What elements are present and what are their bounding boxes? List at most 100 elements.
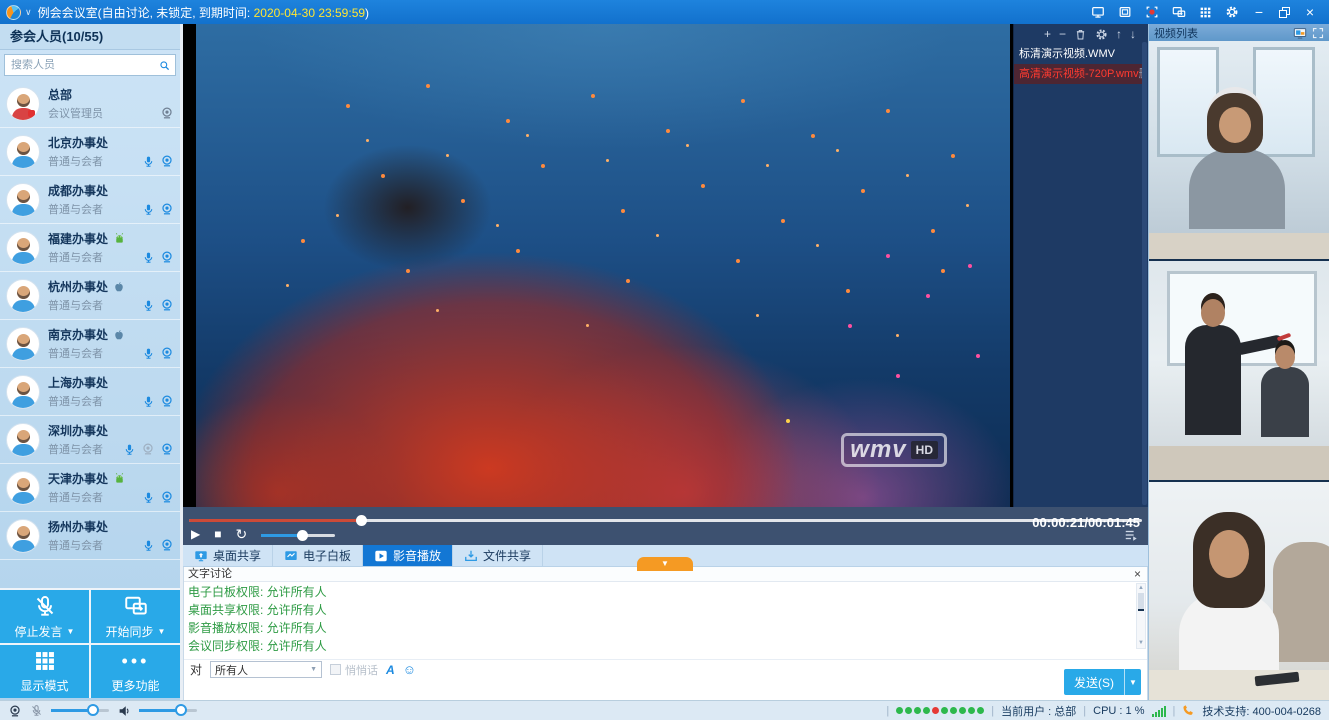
participant-row[interactable]: 杭州办事处 普通与会者: [0, 272, 180, 320]
stop-speaking-button[interactable]: 停止发言▼: [0, 590, 89, 643]
chat-close-icon[interactable]: ×: [1134, 567, 1141, 582]
playlist-scrollbar[interactable]: [1142, 42, 1147, 505]
chat-collapse-handle[interactable]: ▼: [637, 557, 693, 571]
more-functions-button[interactable]: ••• 更多功能: [91, 645, 180, 698]
speaker-volume-slider[interactable]: [139, 709, 197, 712]
more-dots-icon: •••: [122, 650, 150, 672]
playlist-settings-icon[interactable]: [1095, 28, 1108, 41]
send-button[interactable]: 发送(S) ▼: [1064, 669, 1141, 695]
video-thumbnail-2[interactable]: [1149, 261, 1329, 481]
webcam-icon[interactable]: [160, 538, 174, 552]
video-thumbnail-1[interactable]: [1149, 41, 1329, 261]
window-mode-icon[interactable]: [1118, 5, 1132, 19]
playlist-remove-icon[interactable]: −: [1059, 27, 1066, 41]
scroll-up-icon[interactable]: ▲: [1137, 584, 1145, 593]
mic-volume-handle[interactable]: [87, 704, 99, 716]
mic-volume-slider[interactable]: [51, 709, 109, 712]
participant-row[interactable]: 南京办事处 普通与会者: [0, 320, 180, 368]
record-icon[interactable]: [1145, 5, 1159, 19]
app-logo-icon: [6, 5, 21, 20]
webcam-icon[interactable]: [160, 154, 174, 168]
play-button[interactable]: ▶: [191, 527, 200, 541]
mic-icon[interactable]: [142, 155, 155, 168]
participant-row[interactable]: 深圳办事处 普通与会者: [0, 416, 180, 464]
mic-icon[interactable]: [142, 491, 155, 504]
display-mode-button[interactable]: 显示模式: [0, 645, 89, 698]
progress-handle[interactable]: [356, 515, 367, 526]
screen-share-icon[interactable]: [1091, 5, 1105, 19]
tab-whiteboard[interactable]: 电子白板: [273, 545, 363, 566]
speaker-icon[interactable]: [117, 704, 131, 718]
video-thumbnail-3[interactable]: [1149, 482, 1329, 700]
playlist-add-icon[interactable]: +: [1044, 27, 1051, 41]
restore-button[interactable]: [1279, 7, 1290, 18]
chat-compose-area[interactable]: [184, 679, 1147, 700]
whisper-checkbox[interactable]: [330, 664, 341, 675]
search-icon[interactable]: [159, 59, 170, 72]
tab-file-share[interactable]: 文件共享: [453, 545, 543, 566]
webcam-status-icon[interactable]: [8, 704, 22, 718]
mic-icon[interactable]: [142, 299, 155, 312]
tab-desktop-share[interactable]: 桌面共享: [183, 545, 273, 566]
search-input[interactable]: [5, 59, 159, 71]
mic-icon[interactable]: [142, 395, 155, 408]
mic-muted-icon[interactable]: [30, 704, 43, 717]
close-button[interactable]: ×: [1303, 5, 1317, 19]
webcam-icon[interactable]: [160, 346, 174, 360]
video-stage[interactable]: wmv HD: [183, 24, 1013, 507]
mic-icon[interactable]: [142, 203, 155, 216]
webcam-icon[interactable]: [160, 106, 174, 120]
replay-button[interactable]: ↻: [235, 527, 247, 541]
playlist-trash-icon[interactable]: [1074, 28, 1087, 41]
mic-icon[interactable]: [142, 251, 155, 264]
settings-gear-icon[interactable]: [1225, 5, 1239, 19]
participant-role: 普通与会者: [48, 537, 142, 553]
font-picker-icon[interactable]: A: [386, 663, 395, 677]
participant-row[interactable]: 天津办事处 普通与会者: [0, 464, 180, 512]
webcam-icon[interactable]: [160, 442, 174, 456]
whiteboard-icon: [284, 549, 298, 563]
webcam-icon[interactable]: [160, 490, 174, 504]
network-cast-icon[interactable]: [1172, 5, 1186, 19]
participant-row[interactable]: 扬州办事处 普通与会者: [0, 512, 180, 560]
participant-row[interactable]: 上海办事处 普通与会者: [0, 368, 180, 416]
volume-slider[interactable]: [261, 534, 335, 537]
title-chevron-icon[interactable]: ∨: [25, 7, 32, 18]
whisper-option[interactable]: 悄悄话: [330, 662, 378, 678]
scroll-thumb[interactable]: [1138, 593, 1144, 611]
mic-icon[interactable]: [142, 539, 155, 552]
participant-row[interactable]: 总部 会议管理员: [0, 80, 180, 128]
webcam-disabled-icon[interactable]: [141, 442, 155, 456]
expand-icon[interactable]: [1312, 27, 1324, 39]
participant-row[interactable]: 成都办事处 普通与会者: [0, 176, 180, 224]
webcam-icon[interactable]: [160, 250, 174, 264]
playlist-toggle-icon[interactable]: [1124, 528, 1138, 542]
mic-icon[interactable]: [123, 443, 136, 456]
minimize-button[interactable]: −: [1252, 5, 1266, 19]
search-box[interactable]: [4, 54, 176, 76]
participant-row[interactable]: 北京办事处 普通与会者: [0, 128, 180, 176]
speaker-volume-handle[interactable]: [175, 704, 187, 716]
dither-grid-icon[interactable]: [1199, 6, 1212, 19]
tab-media-playback[interactable]: 影音播放: [363, 545, 453, 566]
mic-icon[interactable]: [142, 347, 155, 360]
volume-handle[interactable]: [297, 530, 308, 541]
participant-row[interactable]: 福建办事处 普通与会者: [0, 224, 180, 272]
playlist-item[interactable]: 标清演示视频.WMV: [1014, 44, 1142, 64]
start-sync-button[interactable]: 开始同步▼: [91, 590, 180, 643]
scroll-down-icon[interactable]: ▼: [1137, 639, 1145, 648]
playlist-item-selected[interactable]: 高清演示视频-720P.wmv 删除: [1014, 64, 1142, 84]
recipient-select[interactable]: 所有人 ▼: [210, 661, 322, 678]
playlist-move-down-icon[interactable]: ↓: [1130, 27, 1136, 41]
webcam-icon[interactable]: [160, 298, 174, 312]
emoji-icon[interactable]: ☺: [403, 662, 416, 677]
float-video-icon[interactable]: [1293, 26, 1307, 40]
webcam-icon[interactable]: [160, 202, 174, 216]
stop-button[interactable]: ■: [214, 527, 221, 541]
progress-bar[interactable]: [189, 519, 1142, 522]
playlist-move-up-icon[interactable]: ↑: [1116, 27, 1122, 41]
webcam-icon[interactable]: [160, 394, 174, 408]
feature-tabs: 桌面共享 电子白板 影音播放 文件共享 ▼: [183, 545, 1148, 567]
chat-scrollbar[interactable]: ▲ ▼: [1136, 583, 1146, 649]
send-options-caret-icon[interactable]: ▼: [1125, 678, 1141, 687]
